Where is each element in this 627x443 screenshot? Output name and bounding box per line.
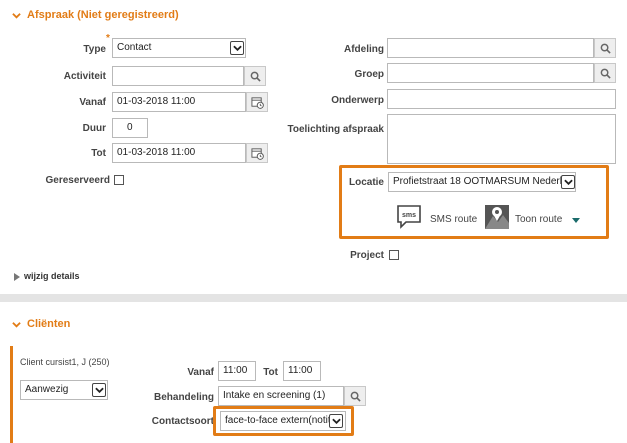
clients-section-header[interactable]: Cliënten: [12, 318, 70, 330]
client-row-accent: [10, 346, 13, 443]
onderwerp-input[interactable]: [387, 89, 616, 109]
type-label: Type: [83, 44, 106, 55]
contactsoort-dropdown-arrow[interactable]: [329, 414, 343, 428]
activiteit-search-button[interactable]: [244, 66, 266, 86]
afdeling-label: Afdeling: [344, 44, 384, 55]
sms-icon-text: sms: [402, 212, 416, 219]
vanaf-label: Vanaf: [79, 97, 106, 108]
search-icon: [600, 43, 611, 54]
toon-route-label: Toon route: [515, 214, 563, 225]
contactsoort-select[interactable]: face-to-face extern(notitie: [220, 411, 346, 431]
caret-down-icon: [572, 218, 580, 223]
presence-select-value: Aanwezig: [25, 384, 69, 395]
search-icon: [250, 71, 261, 82]
locatie-label: Locatie: [348, 177, 384, 188]
client-tot-label: Tot: [263, 367, 278, 378]
activiteit-label: Activiteit: [63, 71, 106, 82]
search-icon: [600, 68, 611, 79]
vanaf-calendar-button[interactable]: [246, 92, 268, 112]
type-select-value: Contact: [117, 42, 152, 53]
client-name: Client cursist1, J (250): [20, 357, 110, 367]
appointment-section-header[interactable]: Afspraak (Niet geregistreerd): [12, 9, 179, 21]
sms-route-button[interactable]: sms SMS route: [396, 204, 478, 232]
chevron-down-icon: [331, 418, 341, 424]
gereserveerd-label: Gereserveerd: [45, 175, 111, 186]
groep-input[interactable]: [387, 63, 594, 83]
client-tot-input[interactable]: 11:00: [283, 361, 321, 381]
vanaf-input[interactable]: 01-03-2018 11:00: [112, 92, 246, 112]
gereserveerd-checkbox[interactable]: [114, 175, 124, 185]
chevron-down-icon: [563, 179, 573, 185]
contactsoort-select-value: face-to-face extern(notitie: [225, 415, 339, 426]
tot-input[interactable]: 01-03-2018 11:00: [112, 143, 246, 163]
tot-calendar-button[interactable]: [246, 143, 268, 163]
locatie-select-value: Profietstraat 18 OOTMARSUM Nederland: [393, 176, 576, 187]
afdeling-input[interactable]: [387, 38, 594, 58]
contactsoort-label: Contactsoort: [151, 416, 214, 427]
behandeling-search-button[interactable]: [344, 386, 366, 406]
search-icon: [350, 391, 361, 402]
wijzig-details-label: wijzig details: [24, 271, 80, 281]
required-mark: *: [106, 33, 110, 44]
tot-label: Tot: [91, 148, 106, 159]
project-label: Project: [350, 250, 384, 261]
behandeling-label: Behandeling: [153, 392, 214, 403]
type-select[interactable]: Contact: [112, 38, 246, 58]
duur-input[interactable]: 0: [112, 118, 148, 138]
chevron-down-icon: [12, 12, 21, 19]
client-vanaf-input[interactable]: 11:00: [218, 361, 256, 381]
onderwerp-label: Onderwerp: [331, 95, 384, 106]
toon-route-button[interactable]: Toon route: [484, 204, 584, 232]
chevron-down-icon: [232, 45, 242, 51]
chevron-down-icon: [94, 387, 104, 393]
duur-label: Duur: [82, 123, 106, 134]
locatie-dropdown-arrow[interactable]: [561, 175, 575, 189]
toelichting-textarea[interactable]: [387, 114, 616, 164]
wijzig-details-toggle[interactable]: wijzig details: [14, 271, 80, 281]
sms-route-label: SMS route: [430, 214, 478, 225]
groep-search-button[interactable]: [594, 63, 616, 83]
sms-icon: sms: [397, 205, 421, 229]
activiteit-input[interactable]: [112, 66, 244, 86]
section-title: Cliënten: [27, 318, 71, 330]
map-pin-icon: [485, 205, 509, 229]
presence-dropdown-arrow[interactable]: [92, 383, 106, 397]
calendar-clock-icon: [250, 147, 264, 160]
locatie-select[interactable]: Profietstraat 18 OOTMARSUM Nederland: [388, 172, 576, 192]
section-divider: [0, 294, 627, 302]
caret-right-icon: [14, 272, 20, 281]
project-checkbox[interactable]: [389, 250, 399, 260]
toelichting-label: Toelichting afspraak: [287, 124, 384, 135]
section-title: Afspraak (Niet geregistreerd): [27, 9, 179, 21]
type-dropdown-arrow[interactable]: [230, 41, 244, 55]
behandeling-input[interactable]: Intake en screening (1): [218, 386, 344, 406]
groep-label: Groep: [354, 69, 384, 80]
calendar-clock-icon: [250, 96, 264, 109]
chevron-down-icon: [12, 321, 21, 328]
client-vanaf-label: Vanaf: [187, 367, 214, 378]
afdeling-search-button[interactable]: [594, 38, 616, 58]
